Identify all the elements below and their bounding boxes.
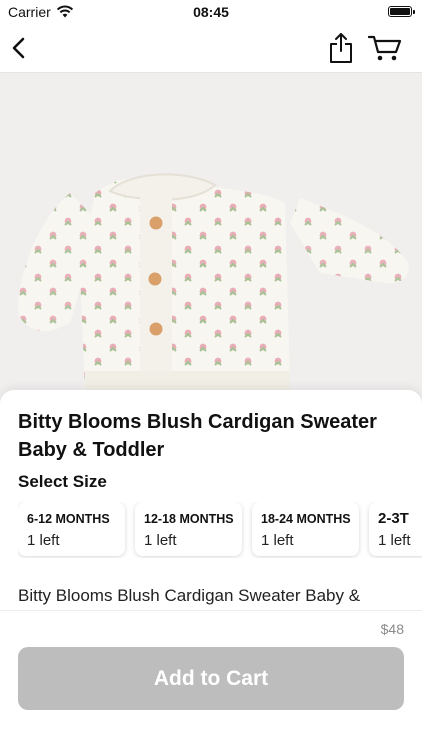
- product-title: Bitty Blooms Blush Cardigan Sweater Baby…: [18, 411, 377, 461]
- size-stock: 1 left: [378, 532, 411, 549]
- size-stock: 1 left: [27, 532, 60, 549]
- size-stock: 1 left: [144, 532, 177, 549]
- size-stock: 1 left: [261, 532, 294, 549]
- product-price: $48: [380, 621, 404, 637]
- size-option-12-18-months[interactable]: 12-18 MONTHS 1 left: [135, 502, 242, 556]
- size-option-6-12-months[interactable]: 6-12 MONTHS 1 left: [18, 502, 125, 556]
- cart-icon[interactable]: [368, 34, 402, 62]
- size-name: 18-24 MONTHS: [261, 512, 351, 526]
- cardigan-illustration: [17, 173, 409, 395]
- size-name: 12-18 MONTHS: [144, 512, 234, 526]
- size-name: 6-12 MONTHS: [27, 512, 110, 526]
- size-options: 6-12 MONTHS 1 left 12-18 MONTHS 1 left 1…: [18, 502, 422, 558]
- size-name: 2-3T: [378, 510, 409, 527]
- product-description: Bitty Blooms Blush Cardigan Sweater Baby…: [18, 586, 361, 605]
- size-option-2-3t[interactable]: 2-3T 1 left: [369, 502, 422, 556]
- product-image: [0, 73, 422, 403]
- nav-bar: [0, 24, 422, 73]
- clock: 08:45: [193, 4, 229, 20]
- battery-icon: [388, 6, 415, 17]
- chevron-left-icon[interactable]: [6, 34, 34, 62]
- size-option-18-24-months[interactable]: 18-24 MONTHS 1 left: [252, 502, 359, 556]
- status-bar: Carrier 08:45: [0, 0, 422, 24]
- share-icon[interactable]: [328, 32, 354, 64]
- add-to-cart-button[interactable]: Add to Cart: [18, 647, 404, 710]
- select-size-label: Select Size: [18, 472, 107, 491]
- purchase-bar: $48 Add to Cart: [0, 610, 422, 751]
